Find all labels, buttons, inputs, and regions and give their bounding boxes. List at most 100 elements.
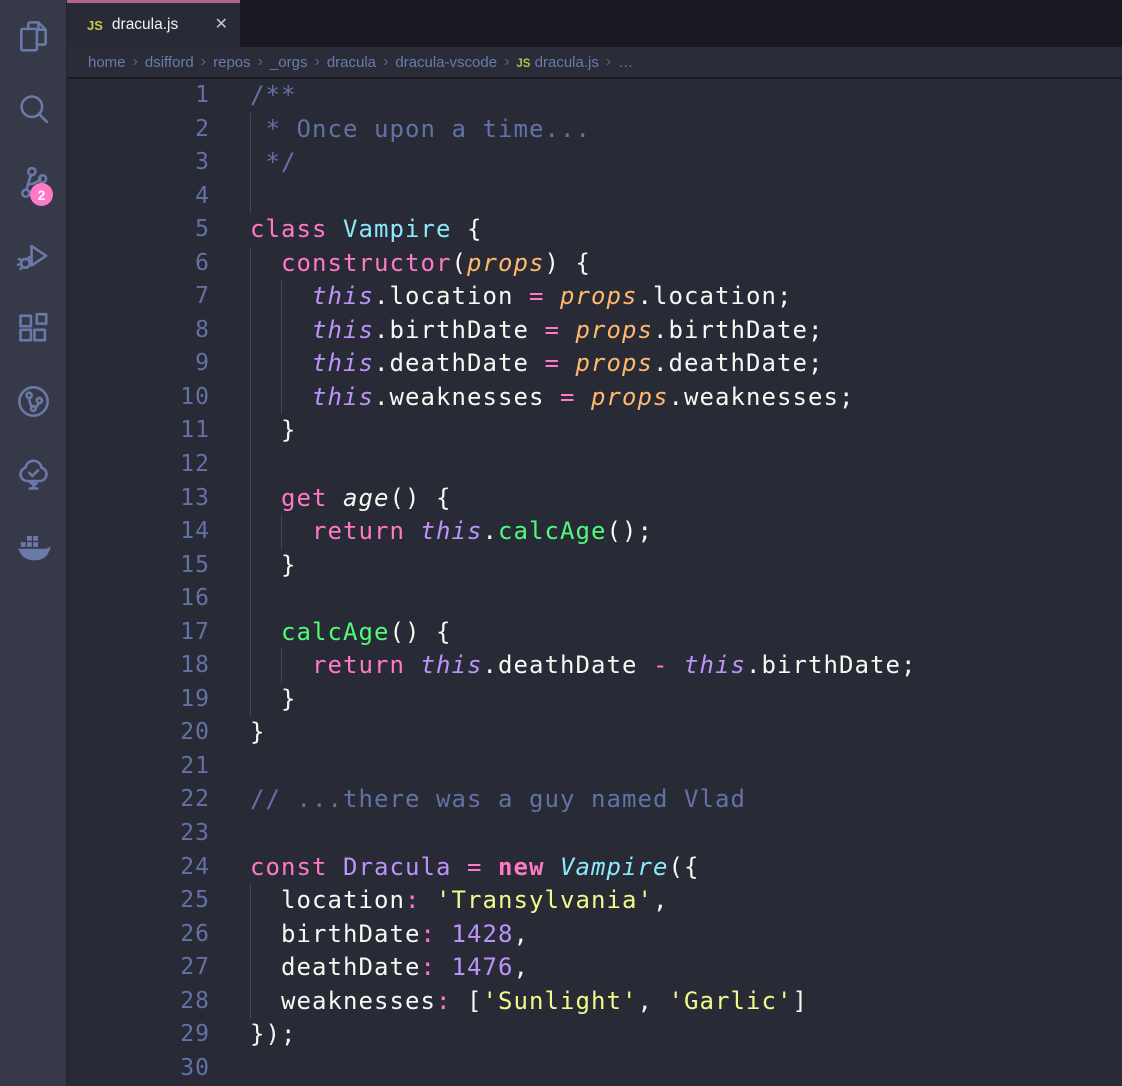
code-line[interactable]: 21 bbox=[67, 750, 1122, 784]
code-line[interactable]: 8 this.birthDate = props.birthDate; bbox=[67, 314, 1122, 348]
activity-bar-item-run-debug[interactable] bbox=[0, 219, 66, 292]
activity-bar-item-explorer[interactable] bbox=[0, 0, 66, 73]
code-line[interactable]: 23 bbox=[67, 817, 1122, 851]
indent-guide bbox=[250, 482, 251, 516]
line-content[interactable]: /** bbox=[250, 79, 1122, 113]
code-line[interactable]: 28 weaknesses: ['Sunlight', 'Garlic'] bbox=[67, 985, 1122, 1019]
line-content[interactable]: return this.deathDate - this.birthDate; bbox=[250, 649, 1122, 683]
line-content[interactable]: birthDate: 1428, bbox=[250, 918, 1122, 952]
line-number: 5 bbox=[67, 213, 210, 247]
code-line[interactable]: 3 */ bbox=[67, 146, 1122, 180]
code-token bbox=[328, 215, 344, 243]
line-content[interactable]: deathDate: 1476, bbox=[250, 951, 1122, 985]
code-editor[interactable]: 1/**2 * Once upon a time...3 */45 class V… bbox=[67, 79, 1122, 1086]
line-number: 11 bbox=[67, 414, 210, 448]
activity-bar-item-git-graph[interactable] bbox=[0, 365, 66, 438]
code-line[interactable]: 11 } bbox=[67, 414, 1122, 448]
code-line[interactable]: 10 this.weaknesses = props.weaknesses; bbox=[67, 381, 1122, 415]
breadcrumb-item-repos[interactable]: repos bbox=[213, 54, 251, 71]
line-number: 16 bbox=[67, 582, 210, 616]
line-content[interactable] bbox=[250, 448, 1122, 482]
code-token: const bbox=[250, 853, 328, 881]
activity-bar-item-source-control[interactable]: 2 bbox=[0, 146, 66, 219]
breadcrumb-item-dracula-vscode[interactable]: dracula-vscode bbox=[395, 54, 497, 71]
run-debug-icon bbox=[14, 236, 53, 275]
code-token bbox=[452, 853, 468, 881]
breadcrumb-item-home[interactable]: home bbox=[88, 54, 126, 71]
line-content[interactable]: calcAge() { bbox=[250, 616, 1122, 650]
line-content[interactable]: this.weaknesses = props.weaknesses; bbox=[250, 381, 1122, 415]
activity-bar-item-search[interactable] bbox=[0, 73, 66, 146]
activity-bar-item-docker[interactable] bbox=[0, 511, 66, 584]
line-content[interactable]: * Once upon a time... bbox=[250, 113, 1122, 147]
code-line[interactable]: 30 bbox=[67, 1052, 1122, 1086]
line-content[interactable]: weaknesses: ['Sunlight', 'Garlic'] bbox=[250, 985, 1122, 1019]
code-line[interactable]: 22// ...there was a guy named Vlad bbox=[67, 783, 1122, 817]
activity-bar-item-todo-tree[interactable] bbox=[0, 438, 66, 511]
code-token bbox=[436, 953, 452, 981]
code-line[interactable]: 25 location: 'Transylvania', bbox=[67, 884, 1122, 918]
line-content[interactable] bbox=[250, 817, 1122, 851]
code-token: .location bbox=[374, 282, 529, 310]
code-token: = bbox=[560, 383, 576, 411]
indent-guide bbox=[250, 113, 251, 147]
code-line[interactable]: 29}); bbox=[67, 1018, 1122, 1052]
line-content[interactable]: }); bbox=[250, 1018, 1122, 1052]
line-content[interactable]: const Dracula = new Vampire({ bbox=[250, 851, 1122, 885]
code-line[interactable]: 5 class Vampire { bbox=[67, 213, 1122, 247]
code-token: , bbox=[514, 920, 530, 948]
code-line[interactable]: 14 return this.calcAge(); bbox=[67, 515, 1122, 549]
line-content[interactable] bbox=[250, 1052, 1122, 1086]
line-number: 2 bbox=[67, 113, 210, 147]
line-content[interactable]: this.birthDate = props.birthDate; bbox=[250, 314, 1122, 348]
breadcrumb-item-dracula[interactable]: dracula bbox=[327, 54, 376, 71]
code-line[interactable]: 20} bbox=[67, 716, 1122, 750]
code-line[interactable]: 4 bbox=[67, 180, 1122, 214]
line-content[interactable]: location: 'Transylvania', bbox=[250, 884, 1122, 918]
code-line[interactable]: 1/** bbox=[67, 79, 1122, 113]
code-line[interactable]: 18 return this.deathDate - this.birthDat… bbox=[67, 649, 1122, 683]
code-line[interactable]: 19 } bbox=[67, 683, 1122, 717]
code-line[interactable]: 9 this.deathDate = props.deathDate; bbox=[67, 347, 1122, 381]
code-line[interactable]: 2 * Once upon a time... bbox=[67, 113, 1122, 147]
code-line[interactable]: 7 this.location = props.location; bbox=[67, 280, 1122, 314]
line-content[interactable]: get age() { bbox=[250, 482, 1122, 516]
code-line[interactable]: 26 birthDate: 1428, bbox=[67, 918, 1122, 952]
tab-dracula-js[interactable]: JS dracula.js ✕ bbox=[67, 0, 240, 47]
line-content[interactable] bbox=[250, 750, 1122, 784]
line-content[interactable]: } bbox=[250, 414, 1122, 448]
code-line[interactable]: 27 deathDate: 1476, bbox=[67, 951, 1122, 985]
line-content[interactable]: return this.calcAge(); bbox=[250, 515, 1122, 549]
line-content[interactable]: } bbox=[250, 716, 1122, 750]
code-token: .birthDate bbox=[374, 316, 545, 344]
code-token: : bbox=[436, 987, 452, 1015]
code-line[interactable]: 6 constructor(props) { bbox=[67, 247, 1122, 281]
code-token: props bbox=[576, 349, 654, 377]
breadcrumb-item--[interactable]: … bbox=[618, 54, 633, 71]
line-content[interactable]: this.deathDate = props.deathDate; bbox=[250, 347, 1122, 381]
code-line[interactable]: 15 } bbox=[67, 549, 1122, 583]
js-file-icon: JS bbox=[87, 18, 103, 33]
breadcrumb-item-dracula-js[interactable]: JS dracula.js bbox=[516, 54, 598, 71]
code-line[interactable]: 24const Dracula = new Vampire({ bbox=[67, 851, 1122, 885]
line-content[interactable] bbox=[250, 180, 1122, 214]
line-content[interactable] bbox=[250, 582, 1122, 616]
line-content[interactable]: class Vampire { bbox=[250, 213, 1122, 247]
code-line[interactable]: 17 calcAge() { bbox=[67, 616, 1122, 650]
code-line[interactable]: 13 get age() { bbox=[67, 482, 1122, 516]
indent-guide bbox=[250, 280, 251, 314]
code-token: return bbox=[312, 517, 405, 545]
breadcrumb-item-dsifford[interactable]: dsifford bbox=[145, 54, 194, 71]
code-line[interactable]: 12 bbox=[67, 448, 1122, 482]
code-line[interactable]: 16 bbox=[67, 582, 1122, 616]
line-content[interactable]: } bbox=[250, 683, 1122, 717]
close-icon[interactable]: ✕ bbox=[215, 17, 228, 33]
breadcrumb-separator: › bbox=[383, 53, 388, 71]
line-content[interactable]: } bbox=[250, 549, 1122, 583]
breadcrumb-item--orgs[interactable]: _orgs bbox=[270, 54, 308, 71]
line-content[interactable]: */ bbox=[250, 146, 1122, 180]
line-content[interactable]: constructor(props) { bbox=[250, 247, 1122, 281]
line-content[interactable]: this.location = props.location; bbox=[250, 280, 1122, 314]
activity-bar-item-extensions[interactable] bbox=[0, 292, 66, 365]
line-content[interactable]: // ...there was a guy named Vlad bbox=[250, 783, 1122, 817]
